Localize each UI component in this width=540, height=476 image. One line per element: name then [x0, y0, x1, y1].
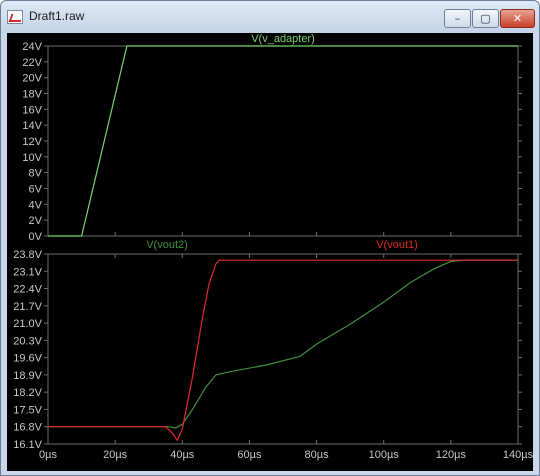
bottom-y-tick-label: 19.6V — [13, 353, 42, 365]
top-y-tick-label: 18V — [22, 89, 42, 101]
x-tick-label: 140µs — [503, 449, 533, 461]
trace-label-v-adapter[interactable]: V(v_adapter) — [251, 33, 315, 45]
waveform-viewer-icon — [7, 10, 23, 24]
top-y-tick-label: 0V — [29, 231, 43, 243]
title-bar[interactable]: Draft1.raw – ▢ ✕ — [1, 1, 539, 33]
bottom-y-tick-label: 21.7V — [13, 301, 42, 313]
bottom-y-tick-label: 17.5V — [13, 404, 42, 416]
bottom-pane-frame[interactable] — [47, 253, 519, 445]
bottom-y-tick-label: 16.8V — [13, 422, 42, 434]
top-pane-frame[interactable] — [47, 45, 519, 237]
top-y-tick-label: 14V — [22, 120, 42, 132]
top-y-tick-label: 2V — [29, 215, 43, 227]
maximize-icon: ▢ — [480, 12, 491, 25]
top-y-tick-label: 10V — [22, 152, 42, 164]
window-title: Draft1.raw — [29, 9, 85, 23]
trace-label-vout2[interactable]: V(vout2) — [146, 239, 188, 251]
bottom-y-tick-label: 21.0V — [13, 318, 42, 330]
top-y-tick-label: 24V — [22, 41, 42, 53]
close-button[interactable]: ✕ — [500, 9, 535, 28]
bottom-y-tick-label: 22.4V — [13, 284, 42, 296]
trace-label-vout1[interactable]: V(vout1) — [376, 239, 418, 251]
waveform-plot[interactable]: V(v_adapter) V(vout2) V(vout1) 0V 2V 4V 6V 8… — [7, 33, 533, 471]
bottom-y-tick-label: 20.3V — [13, 335, 42, 347]
top-y-tick-label: 6V — [29, 184, 43, 196]
x-tick-label: 0µs — [39, 449, 57, 461]
x-tick-label: 60µs — [237, 449, 262, 461]
top-y-tick-label: 16V — [22, 104, 42, 116]
x-tick-label: 40µs — [170, 449, 195, 461]
x-tick-label: 120µs — [436, 449, 467, 461]
bottom-y-tick-label: 23.1V — [13, 266, 42, 278]
x-tick-label: 20µs — [103, 449, 128, 461]
x-tick-label: 80µs — [305, 449, 330, 461]
top-y-tick-label: 22V — [22, 57, 42, 69]
minimize-button[interactable]: – — [444, 9, 471, 28]
top-y-tick-label: 12V — [22, 136, 42, 148]
x-tick-label: 100µs — [369, 449, 400, 461]
bottom-y-tick-label: 18.2V — [13, 387, 42, 399]
minimize-icon: – — [454, 12, 461, 25]
plot-area[interactable]: V(v_adapter) V(vout2) V(vout1) 0V 2V 4V 6V 8… — [7, 33, 534, 471]
bottom-y-tick-label: 18.9V — [13, 370, 42, 382]
maximize-button[interactable]: ▢ — [472, 9, 499, 28]
top-y-tick-label: 8V — [29, 168, 43, 180]
top-y-tick-label: 4V — [29, 199, 43, 211]
top-y-tick-label: 20V — [22, 73, 42, 85]
close-icon: ✕ — [512, 12, 523, 25]
app-window: Draft1.raw – ▢ ✕ V(v_adapter) V(vout2) V… — [0, 0, 540, 476]
bottom-y-tick-label: 23.8V — [13, 249, 42, 261]
